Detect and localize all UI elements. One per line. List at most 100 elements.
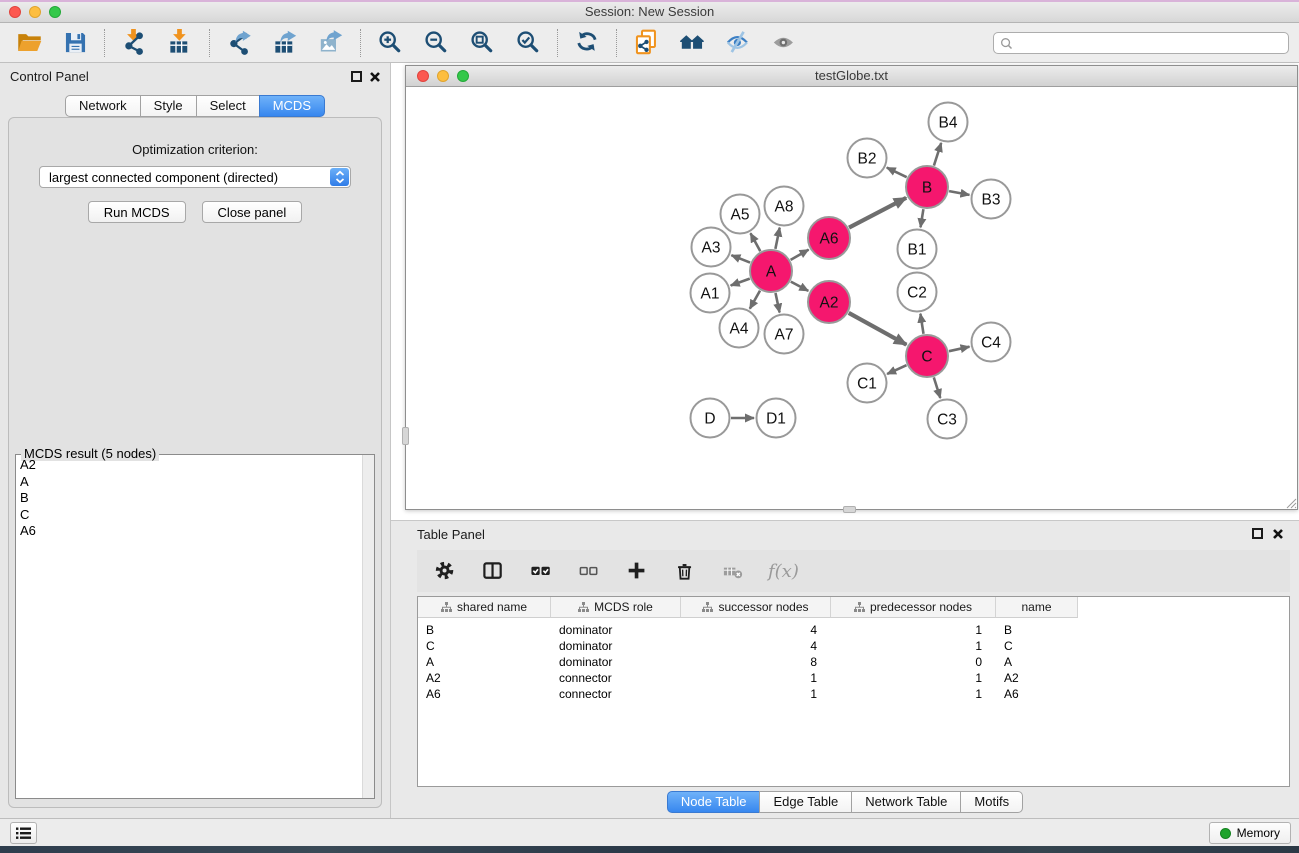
close-panel-button[interactable]: Close panel	[202, 201, 303, 223]
node-B[interactable]: B	[906, 166, 948, 208]
result-item[interactable]: A6	[20, 523, 360, 540]
resize-grip[interactable]	[1283, 495, 1297, 509]
node-A3[interactable]: A3	[692, 228, 731, 267]
open-session-button[interactable]	[14, 28, 44, 58]
table-tab-node-table[interactable]: Node Table	[667, 791, 761, 813]
horizontal-scroll-thumb[interactable]	[843, 506, 856, 513]
result-item[interactable]: C	[20, 507, 360, 524]
node-C2[interactable]: C2	[898, 273, 937, 312]
table-tab-network-table[interactable]: Network Table	[851, 791, 961, 813]
table-row[interactable]: A6connector11A6	[418, 686, 1289, 702]
column-header-name[interactable]: name	[996, 597, 1078, 618]
tab-style[interactable]: Style	[140, 95, 197, 117]
tab-network[interactable]: Network	[65, 95, 141, 117]
export-network-button[interactable]	[224, 28, 254, 58]
edge-A2-C[interactable]	[849, 313, 907, 345]
criterion-dropdown[interactable]: largest connected component (directed)	[39, 166, 351, 188]
node-A2[interactable]: A2	[808, 281, 850, 323]
network-window-titlebar[interactable]: testGlobe.txt	[406, 66, 1297, 87]
result-item[interactable]: A	[20, 474, 360, 491]
table-float-icon[interactable]	[1252, 528, 1263, 539]
table-close-icon[interactable]	[1272, 528, 1284, 540]
edge-C-C1[interactable]	[887, 365, 906, 374]
edge-A-A5[interactable]	[751, 233, 761, 251]
export-table-button[interactable]	[270, 28, 300, 58]
edge-B-B3[interactable]	[949, 191, 969, 195]
column-header-successor-nodes[interactable]: successor nodes	[681, 597, 831, 618]
result-item[interactable]: B	[20, 490, 360, 507]
node-C[interactable]: C	[906, 335, 948, 377]
table-row[interactable]: Adominator80A	[418, 654, 1289, 670]
node-B4[interactable]: B4	[929, 103, 968, 142]
network-canvas[interactable]: B4 B2 B B3 A8 A5 A6 A3 B1 A C2 A1 A2	[406, 88, 1297, 509]
unselect-all-button[interactable]	[576, 558, 602, 584]
show-graphics-details-button[interactable]	[769, 28, 799, 58]
edge-A-A6[interactable]	[791, 250, 809, 260]
node-A[interactable]: A	[750, 250, 792, 292]
node-A5[interactable]: A5	[721, 195, 760, 234]
node-A1[interactable]: A1	[691, 274, 730, 313]
node-A6[interactable]: A6	[808, 217, 850, 259]
table-tab-edge-table[interactable]: Edge Table	[759, 791, 852, 813]
settings-gear-button[interactable]	[432, 558, 458, 584]
import-network-button[interactable]	[119, 28, 149, 58]
float-panel-icon[interactable]	[351, 71, 362, 82]
mcds-result-list[interactable]: A2ABCA6	[20, 457, 360, 796]
delete-table-disabled-button[interactable]	[720, 558, 746, 584]
network-graph[interactable]: B4 B2 B B3 A8 A5 A6 A3 B1 A C2 A1 A2	[406, 88, 1297, 510]
zoom-out-button[interactable]	[421, 28, 451, 58]
table-row[interactable]: A2connector11A2	[418, 670, 1289, 686]
column-header-predecessor-nodes[interactable]: predecessor nodes	[831, 597, 996, 618]
result-scrollbar[interactable]	[362, 455, 374, 798]
edge-A-A8[interactable]	[775, 228, 779, 249]
nested-network-home-button[interactable]	[677, 28, 707, 58]
edge-A-A1[interactable]	[731, 279, 750, 286]
add-entry-button[interactable]	[624, 558, 650, 584]
memory-button[interactable]: Memory	[1209, 822, 1291, 844]
search-input[interactable]	[1013, 36, 1282, 50]
edge-C-C4[interactable]	[949, 347, 970, 352]
zoom-in-button[interactable]	[375, 28, 405, 58]
split-panel-button[interactable]	[480, 558, 506, 584]
import-table-button[interactable]	[165, 28, 195, 58]
select-all-button[interactable]	[528, 558, 554, 584]
edge-B-B1[interactable]	[921, 209, 924, 227]
edge-A6-B[interactable]	[849, 198, 906, 228]
node-C4[interactable]: C4	[972, 323, 1011, 362]
node-D1[interactable]: D1	[757, 399, 796, 438]
node-C1[interactable]: C1	[848, 364, 887, 403]
zoom-fit-button[interactable]	[467, 28, 497, 58]
edge-C-C2[interactable]	[920, 314, 923, 334]
node-A4[interactable]: A4	[720, 309, 759, 348]
edge-A-A4[interactable]	[750, 291, 760, 309]
tab-select[interactable]: Select	[196, 95, 260, 117]
node-B3[interactable]: B3	[972, 180, 1011, 219]
save-session-button[interactable]	[60, 28, 90, 58]
function-builder-button[interactable]: f(x)	[768, 561, 799, 582]
column-header-MCDS-role[interactable]: MCDS role	[551, 597, 681, 618]
tab-mcds[interactable]: MCDS	[259, 95, 325, 117]
column-header-shared-name[interactable]: shared name	[418, 597, 551, 618]
node-B2[interactable]: B2	[848, 139, 887, 178]
node-B1[interactable]: B1	[898, 230, 937, 269]
node-A7[interactable]: A7	[765, 315, 804, 354]
node-A8[interactable]: A8	[765, 187, 804, 226]
result-item[interactable]: A2	[20, 457, 360, 474]
refresh-layout-button[interactable]	[572, 28, 602, 58]
node-D[interactable]: D	[691, 399, 730, 438]
task-history-button[interactable]	[10, 822, 37, 844]
duplicate-network-button[interactable]	[631, 28, 661, 58]
vertical-scroll-thumb[interactable]	[402, 427, 409, 445]
table-tab-motifs[interactable]: Motifs	[960, 791, 1023, 813]
zoom-selected-button[interactable]	[513, 28, 543, 58]
edge-A-A2[interactable]	[791, 282, 809, 291]
export-image-button[interactable]	[316, 28, 346, 58]
close-panel-icon[interactable]	[369, 71, 381, 83]
table-row[interactable]: Cdominator41C	[418, 638, 1289, 654]
hide-graphics-details-button[interactable]	[723, 28, 753, 58]
table-row[interactable]: Bdominator41B	[418, 622, 1289, 638]
run-mcds-button[interactable]: Run MCDS	[88, 201, 186, 223]
node-C3[interactable]: C3	[928, 400, 967, 439]
edge-C-C3[interactable]	[934, 377, 941, 398]
edge-A-A7[interactable]	[776, 293, 780, 313]
